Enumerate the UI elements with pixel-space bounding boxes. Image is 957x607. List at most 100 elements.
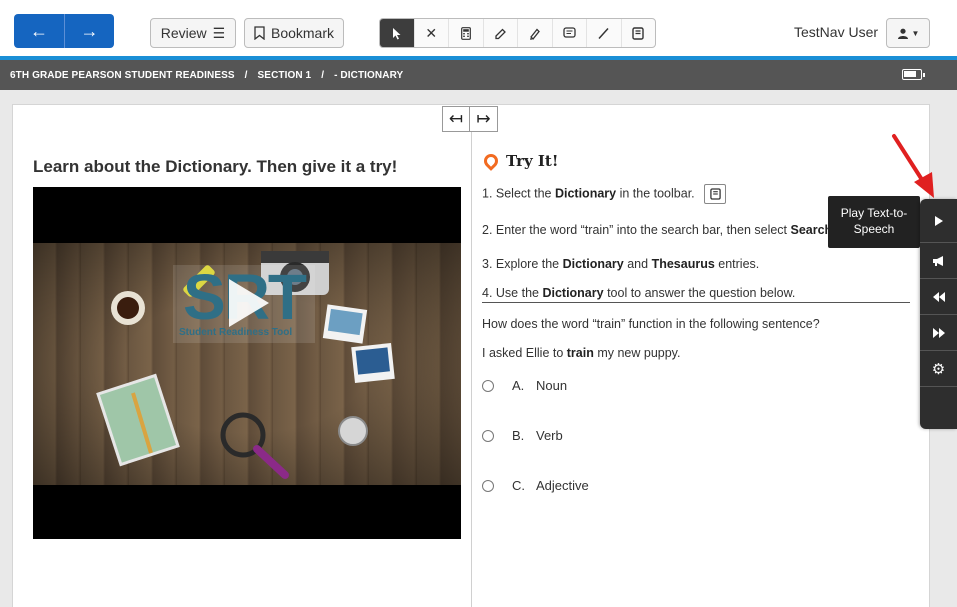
arrow-right-bar-icon: ↦ xyxy=(476,109,491,128)
fast-forward-icon xyxy=(932,327,945,338)
left-heading: Learn about the Dictionary. Then give it… xyxy=(33,157,398,176)
step-text: in the toolbar. xyxy=(616,186,695,201)
try-it-header: Try It! xyxy=(481,151,559,171)
note-icon xyxy=(563,27,576,38)
question-sentence: I asked Ellie to train my new puppy. xyxy=(482,346,680,360)
rewind-button[interactable] xyxy=(920,279,957,315)
close-icon: ✕ xyxy=(425,24,438,41)
step-3: 3. Explore the Dictionary and Thesaurus … xyxy=(482,257,759,271)
choice-a[interactable]: A. Noun xyxy=(482,378,567,393)
step-bold: Dictionary xyxy=(554,186,617,201)
review-button[interactable]: Review ☰ xyxy=(150,18,236,48)
user-menu-button[interactable]: ▼ xyxy=(886,18,930,48)
bookmark-button[interactable]: Bookmark xyxy=(244,18,344,48)
pane-divider xyxy=(471,130,472,607)
play-icon xyxy=(934,215,943,226)
play-tts-button[interactable] xyxy=(920,199,957,243)
line-icon xyxy=(598,27,609,39)
tool-group: ✕ xyxy=(379,18,656,48)
megaphone-button[interactable] xyxy=(920,243,957,279)
calculator-tool[interactable] xyxy=(449,19,484,47)
choice-text: Adjective xyxy=(536,478,589,493)
review-label: Review xyxy=(160,25,207,41)
step-1: 1. Select the Dictionary in the toolbar. xyxy=(482,184,727,204)
expand-right-button[interactable]: ↦ xyxy=(470,106,498,132)
radio-button[interactable] xyxy=(482,429,494,442)
answer-eliminator-tool[interactable]: ✕ xyxy=(415,19,449,47)
step-text: 1. Select the xyxy=(482,186,555,201)
annotation-arrow-icon xyxy=(892,134,934,198)
radio-button[interactable] xyxy=(482,479,494,492)
sentence-text: I asked Ellie to xyxy=(482,346,567,360)
highlighter-tool[interactable] xyxy=(518,19,553,47)
settings-button[interactable]: ⚙ xyxy=(920,351,957,387)
bookmark-label: Bookmark xyxy=(270,25,335,41)
breadcrumb: 6TH GRADE PEARSON STUDENT READINESS / SECT… xyxy=(10,70,403,81)
top-toolbar: ← → Review ☰ Bookmark ✕ TestNav User ▼ xyxy=(0,0,957,56)
dictionary-icon xyxy=(704,184,727,204)
choice-letter: A. xyxy=(512,378,525,393)
breadcrumb-item: SECTION 1 xyxy=(257,69,312,81)
breadcrumb-item: 6TH GRADE PEARSON STUDENT READINESS xyxy=(10,69,235,81)
pointer-tool[interactable] xyxy=(380,19,415,47)
choice-letter: C. xyxy=(512,478,525,493)
eraser-tool[interactable] xyxy=(484,19,518,47)
list-icon: ☰ xyxy=(212,24,226,41)
rewind-icon xyxy=(932,291,945,302)
radio-button[interactable] xyxy=(482,379,494,392)
play-icon[interactable] xyxy=(229,279,269,327)
expand-left-button[interactable]: ↤ xyxy=(442,106,470,132)
breadcrumb-item: - DICTIONARY xyxy=(334,69,404,81)
step-text: 4. Use the xyxy=(482,286,543,300)
step-text: entries. xyxy=(714,257,760,271)
step-bold: Thesaurus xyxy=(651,257,715,271)
tts-sidebar: ⚙ xyxy=(920,199,957,429)
fast-forward-button[interactable] xyxy=(920,315,957,351)
calculator-icon xyxy=(460,26,471,40)
video-player[interactable]: SRT Student Readiness Tool xyxy=(33,187,461,539)
battery-icon xyxy=(902,69,925,80)
choice-b[interactable]: B. Verb xyxy=(482,428,563,443)
arrow-left-icon: ← xyxy=(30,20,48,41)
pin-icon xyxy=(481,151,501,171)
pane-resize-controls: ↤ ↦ xyxy=(442,106,498,132)
section-divider xyxy=(482,302,910,303)
highlighter-icon xyxy=(530,28,541,40)
sentence-bold: train xyxy=(566,346,594,360)
user-name: TestNav User xyxy=(794,24,879,40)
megaphone-icon xyxy=(932,255,943,266)
next-button[interactable]: → xyxy=(64,14,114,48)
srt-logo-subtitle: Student Readiness Tool xyxy=(179,327,293,338)
tooltip: Play Text-to-Speech xyxy=(828,196,920,248)
user-icon xyxy=(897,28,908,39)
sentence-text: my new puppy. xyxy=(593,346,681,360)
step-text: and xyxy=(623,257,652,271)
question-text: How does the word “train” function in th… xyxy=(482,317,820,331)
step-text: 2. Enter the word “train” into the searc… xyxy=(482,223,791,237)
step-bold: Dictionary xyxy=(562,257,624,271)
choice-letter: B. xyxy=(512,428,525,443)
line-reader-tool[interactable] xyxy=(587,19,622,47)
bookmark-icon xyxy=(254,26,265,40)
pointer-icon xyxy=(392,27,401,39)
dictionary-icon xyxy=(632,26,644,40)
try-it-title: Try It! xyxy=(506,152,559,170)
gear-icon: ⚙ xyxy=(931,360,946,378)
step-bold: Search xyxy=(790,223,833,237)
dictionary-tool[interactable] xyxy=(622,19,656,47)
back-button[interactable]: ← xyxy=(14,14,64,48)
choice-c[interactable]: C. Adjective xyxy=(482,478,589,493)
choice-text: Noun xyxy=(536,378,568,393)
video-overlay: SRT Student Readiness Tool xyxy=(33,187,461,539)
nav-button-group: ← → xyxy=(14,14,114,48)
step-text: 3. Explore the xyxy=(482,257,563,271)
eraser-icon xyxy=(495,28,506,39)
breadcrumb-separator: / xyxy=(244,69,248,81)
breadcrumb-bar: 6TH GRADE PEARSON STUDENT READINESS / SECT… xyxy=(0,56,957,90)
step-4: 4. Use the Dictionary tool to answer the… xyxy=(482,286,795,300)
breadcrumb-separator: / xyxy=(321,69,325,81)
step-text: tool to answer the question below. xyxy=(603,286,796,300)
notepad-tool[interactable] xyxy=(553,19,587,47)
arrow-left-bar-icon: ↤ xyxy=(448,109,464,128)
step-2: 2. Enter the word “train” into the searc… xyxy=(482,223,832,237)
